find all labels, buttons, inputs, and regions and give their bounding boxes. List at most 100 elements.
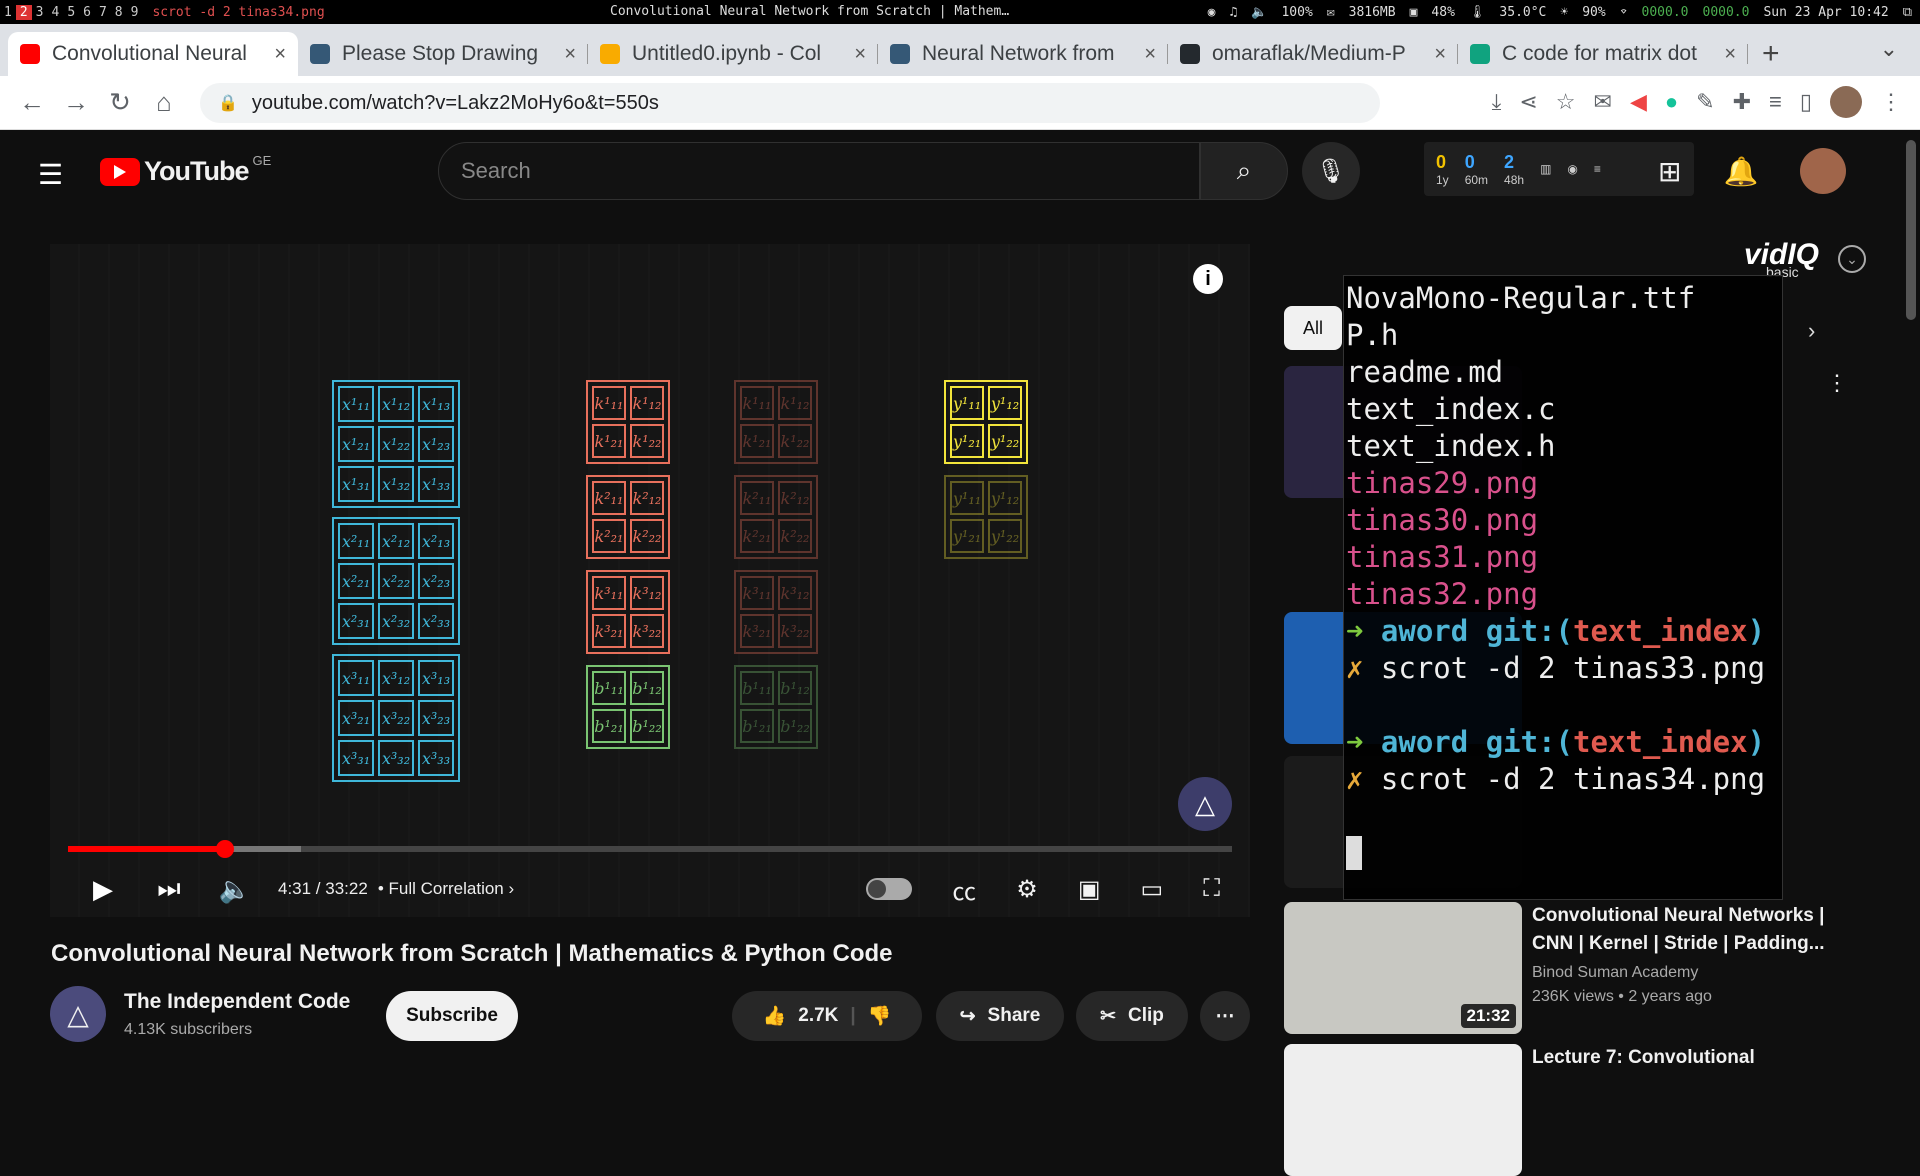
gmail-icon[interactable]: ✉ [1594,89,1612,115]
share-icon[interactable]: ⋖ [1519,89,1537,115]
thumbs-up-icon[interactable]: 👍 [763,1004,787,1028]
recommendation-title[interactable]: Lecture 7: Convolutional [1532,1044,1832,1072]
browser-tab[interactable]: Neural Network from × [878,32,1168,76]
vidiq-chevron-icon[interactable]: ⌄ [1838,245,1866,273]
close-tab-icon[interactable]: × [564,43,576,66]
clip-button[interactable]: ✂ Clip [1076,991,1188,1041]
browser-tab[interactable]: C code for matrix dot × [1458,32,1748,76]
lock-icon[interactable]: 🔒 [218,93,238,113]
reload-icon[interactable]: ↻ [98,87,142,118]
info-icon[interactable]: i [1193,264,1223,294]
megaphone-icon[interactable]: ◀ [1630,89,1647,115]
voice-search-button[interactable]: 🎙 [1302,142,1360,200]
chatgpt-icon [1470,44,1490,64]
progress-bar[interactable] [68,840,1232,858]
account-avatar[interactable] [1800,148,1847,194]
share-button[interactable]: ↪ Share [936,991,1064,1041]
next-icon[interactable]: ⏭ [136,873,202,905]
install-icon[interactable]: ⤓ [1492,89,1502,115]
forward-arrow-icon[interactable]: → [54,87,98,118]
fullscreen-icon[interactable]: ⛶ [1203,875,1220,903]
miniplayer-icon[interactable]: ▣ [1078,875,1101,904]
bookmark-star-icon[interactable]: ☆ [1556,89,1576,115]
clip-label: Clip [1128,1005,1164,1026]
reading-list-icon[interactable]: ≡ [1769,89,1782,115]
channel-name[interactable]: The Independent Code [124,990,350,1014]
matrix-cell: x²₂₂ [378,563,414,599]
side-panel-icon[interactable]: ▯ [1800,89,1812,115]
workspace-9[interactable]: 9 [127,5,143,20]
more-vert-icon[interactable]: ⋮ [1826,370,1848,396]
terminal-window[interactable]: NovaMono-Regular.ttf P.h readme.md text_ind… [1343,275,1783,900]
theater-mode-icon[interactable]: ▭ [1141,875,1164,904]
matrix-cell: k¹₂₂ [778,424,812,458]
matrix-cell: k²₂₂ [778,519,812,553]
recommendation-channel[interactable]: Binod Suman Academy [1532,964,1698,982]
like-count[interactable]: 2.7K [798,1005,838,1027]
notifications-bell-icon[interactable]: 🔔 [1723,155,1758,188]
address-bar[interactable]: 🔒 youtube.com/watch?v=Lakz2MoHy6o&t=550s [200,83,1380,123]
close-tab-icon[interactable]: × [274,43,286,66]
profile-avatar[interactable] [1830,86,1862,118]
chip-all[interactable]: All [1284,306,1342,350]
chrome-icon: ◉ [1207,4,1216,20]
matrix-cell: k³₂₁ [740,614,774,648]
chapter-button[interactable]: • Full Correlation › [378,879,514,899]
more-actions-button[interactable]: ⋯ [1200,991,1250,1041]
page-scrollbar[interactable] [1906,140,1916,320]
browser-tab[interactable]: Please Stop Drawing × [298,32,588,76]
extensions-puzzle-icon[interactable]: ✚ [1733,89,1751,115]
hamburger-menu-icon[interactable]: ☰ [38,158,63,191]
channel-avatar[interactable]: △ [50,986,106,1042]
volume-icon[interactable]: 🔈 [202,874,268,905]
back-arrow-icon[interactable]: ← [10,87,54,118]
browser-tab[interactable]: omaraflak/Medium-P × [1168,32,1458,76]
home-icon[interactable]: ⌂ [142,87,186,118]
tab-search-chevron-icon[interactable]: ⌄ [1880,36,1898,62]
settings-gear-icon[interactable]: ⚙ [1016,875,1038,904]
search-input[interactable]: Search [438,142,1200,200]
tray-icon[interactable]: ⧉ [1903,5,1912,20]
vidiq-eye-icon[interactable]: ◉ [1567,162,1577,176]
channel-watermark[interactable]: △ [1178,777,1232,831]
browser-menu-icon[interactable]: ⋮ [1880,89,1902,115]
play-icon[interactable]: ▶ [70,874,136,905]
close-tab-icon[interactable]: × [854,43,866,66]
captions-icon[interactable]: ㏄ [952,872,976,907]
chip-next-chevron-icon[interactable]: › [1808,318,1815,344]
recommendation-thumbnail[interactable]: 21:32 [1284,902,1522,1034]
workspace-3[interactable]: 3 [32,5,48,20]
close-tab-icon[interactable]: × [1724,43,1736,66]
workspace-7[interactable]: 7 [95,5,111,20]
matrix-block: k¹₁₁ k¹₁₂ k¹₂₁ k¹₂₂ [734,380,818,464]
browser-tab[interactable]: Convolutional Neural × [8,32,298,76]
workspace-6[interactable]: 6 [79,5,95,20]
scrubber-handle[interactable] [216,840,235,858]
search-button[interactable]: ⌕ [1200,142,1288,200]
youtube-logo[interactable]: YouTube GE [100,153,271,187]
recommendation-title[interactable]: Convolutional Neural Networks | CNN | Ke… [1532,902,1832,958]
subscribe-button[interactable]: Subscribe [386,991,518,1041]
close-tab-icon[interactable]: × [1434,43,1446,66]
autoplay-toggle[interactable] [866,878,913,900]
vidiq-logo[interactable]: vidIQ basic [1744,238,1819,280]
close-tab-icon[interactable]: × [1144,43,1156,66]
terminal-line: tinas31.png [1346,540,1539,574]
bar-chart-icon[interactable]: ▥ [1540,162,1551,176]
browser-tab[interactable]: Untitled0.ipynb - Col × [588,32,878,76]
url-text[interactable]: youtube.com/watch?v=Lakz2MoHy6o&t=550s [252,92,659,115]
workspace-8[interactable]: 8 [111,5,127,20]
list-icon[interactable]: ≡ [1594,162,1601,176]
vidiq-stats-widget[interactable]: 0 1y 0 60m 2 48h ▥ ◉ ≡ [1424,142,1694,196]
workspace-list[interactable]: 123456789 [0,4,143,20]
create-video-icon[interactable]: ⊞ [1658,155,1681,188]
workspace-2[interactable]: 2 [15,4,32,20]
thumbs-down-icon[interactable]: 👎 [868,1004,892,1028]
workspace-4[interactable]: 4 [47,5,63,20]
workspace-5[interactable]: 5 [63,5,79,20]
feather-icon[interactable]: ✎ [1696,89,1714,115]
new-tab-button[interactable]: + [1762,32,1780,76]
grammarly-icon[interactable]: ● [1665,89,1678,115]
workspace-1[interactable]: 1 [0,5,16,20]
video-player[interactable]: x¹₁₁ x¹₁₂ x¹₁₃ x¹₂₁ x¹₂₂ x¹₂₃ x¹₃₁ x¹₃₂ x¹₃₃ x²₁₁… [50,244,1250,917]
